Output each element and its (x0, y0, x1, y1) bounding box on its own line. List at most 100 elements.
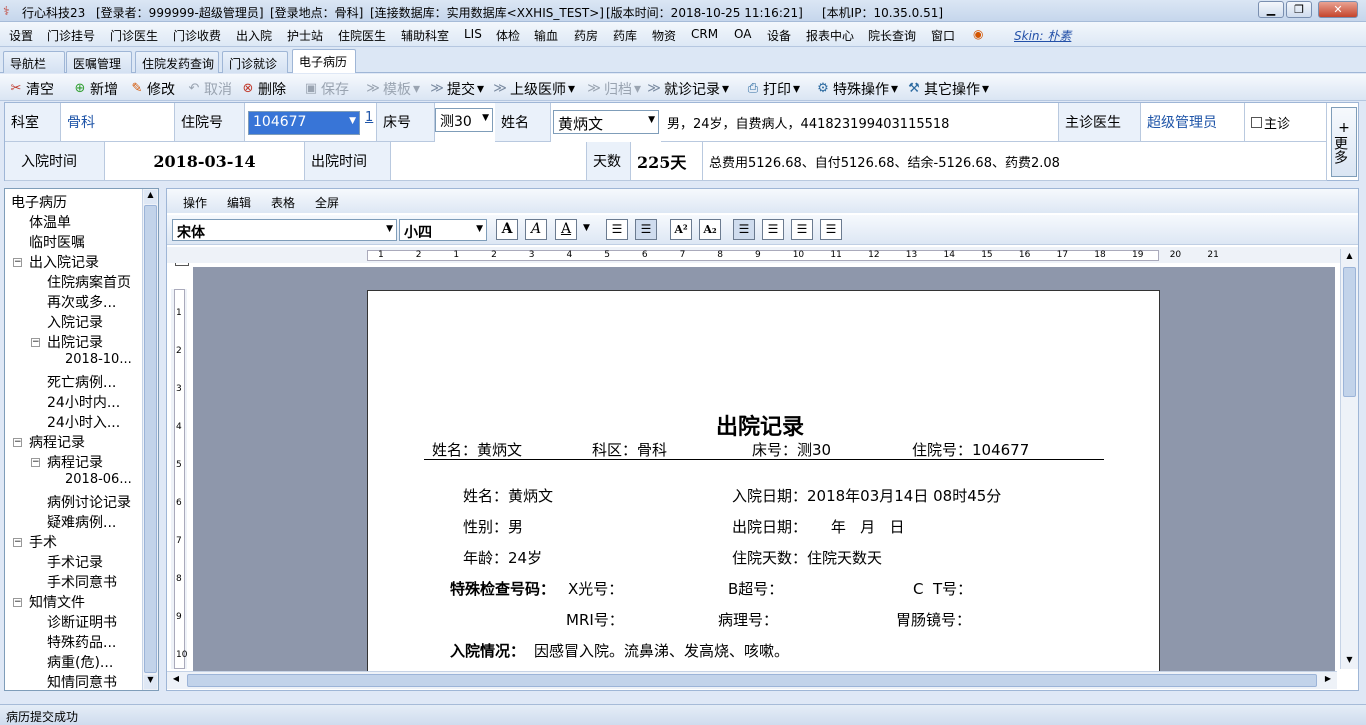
bed-combo[interactable]: 测30 ▼ (435, 108, 493, 132)
tree-node[interactable]: 体温单 (29, 212, 71, 232)
paragraph-spacing-button[interactable]: ☰ (635, 219, 657, 240)
document-scroll-thumb[interactable] (1343, 267, 1356, 397)
collapse-icon[interactable]: − (13, 438, 22, 447)
inpatient-no-combo[interactable]: 104677 ▼ (248, 111, 360, 135)
menu-item[interactable]: 护士站 (287, 27, 323, 44)
chevron-down-icon[interactable]: ▼ (583, 223, 590, 233)
cancel-button[interactable]: ↶ 取消 (186, 79, 232, 99)
scroll-up-icon[interactable]: ▲ (144, 190, 157, 204)
skin-icon[interactable]: ◉ (973, 27, 983, 41)
tree-node[interactable]: 诊断证明书 (47, 612, 117, 632)
subscript-button[interactable]: A₂ (699, 219, 721, 240)
primary-checkbox-cell[interactable]: 主诊 (1245, 103, 1327, 142)
delete-button[interactable]: ⊗ 删除 (240, 79, 286, 99)
editor-menu-item[interactable]: 表格 (271, 194, 295, 211)
tree-node[interactable]: 临时医嘱 (29, 232, 85, 252)
document-page[interactable]: 出院记录 姓名：黄炳文 科区：骨科 床号：测30 住院号：104677 姓名：黄… (367, 290, 1160, 680)
superscript-button[interactable]: A² (670, 219, 692, 240)
menu-item[interactable]: 窗口 (931, 27, 955, 44)
document-vscrollbar[interactable]: ▲ ▼ (1340, 249, 1358, 669)
tab-3[interactable]: 门诊就诊 (222, 51, 288, 73)
editor-menu-item[interactable]: 操作 (183, 194, 207, 211)
line-spacing-button[interactable]: ☰ (606, 219, 628, 240)
underline-button[interactable]: A (555, 219, 577, 240)
tree-node[interactable]: 死亡病例... (47, 372, 116, 392)
save-button[interactable]: ▣ 保存 (303, 79, 349, 99)
tree-node[interactable]: 24小时内... (47, 392, 120, 412)
tree-node[interactable]: 出院记录 (47, 332, 103, 352)
tree-node[interactable]: 手术记录 (47, 552, 103, 572)
menu-item[interactable]: OA (734, 27, 751, 41)
tree-node[interactable]: 出入院记录 (29, 252, 99, 272)
collapse-icon[interactable]: − (13, 258, 22, 267)
scroll-down-icon[interactable]: ▼ (144, 675, 157, 689)
tree-node[interactable]: 2018-06... (65, 472, 132, 487)
template-button[interactable]: ≫ 模板 ▾ (365, 79, 420, 99)
skin-link[interactable]: Skin: 朴素 (1014, 27, 1071, 44)
menu-item[interactable]: 门诊医生 (110, 27, 158, 44)
tree-node[interactable]: 病例讨论记录 (47, 492, 131, 512)
scroll-down-icon[interactable]: ▼ (1343, 655, 1356, 667)
scroll-up-icon[interactable]: ▲ (1343, 251, 1356, 263)
align-center-button[interactable]: ☰ (762, 219, 784, 240)
tab-2[interactable]: 住院发药查询 (135, 51, 219, 73)
tab-0[interactable]: 导航栏 (3, 51, 65, 73)
menu-item[interactable]: 设备 (767, 27, 791, 44)
submit-button[interactable]: ≫ 提交 ▾ (429, 79, 484, 99)
menu-item[interactable]: 住院医生 (338, 27, 386, 44)
tree-node[interactable]: 入院记录 (47, 312, 103, 332)
collapse-icon[interactable]: − (13, 538, 22, 547)
more-button[interactable]: + 更多 (1331, 107, 1357, 177)
visit-count-link[interactable]: 1 (365, 110, 373, 125)
menu-item[interactable]: 院长查询 (868, 27, 916, 44)
tree-node[interactable]: 病程记录 (47, 452, 103, 472)
print-button[interactable]: ⎙ 打印 ▾ (745, 79, 800, 99)
menu-item[interactable]: 输血 (534, 27, 558, 44)
visit-record-button[interactable]: ≫ 就诊记录 ▾ (646, 79, 729, 99)
special-operation-button[interactable]: ⚙ 特殊操作 ▾ (815, 79, 898, 99)
senior-doctor-button[interactable]: ≫ 上级医师 ▾ (492, 79, 575, 99)
editor-menu-item[interactable]: 全屏 (315, 194, 339, 211)
menu-item[interactable]: 辅助科室 (401, 27, 449, 44)
clear-button[interactable]: ✂ 清空 (8, 79, 54, 99)
archive-button[interactable]: ≫ 归档 ▾ (586, 79, 641, 99)
tree-node[interactable]: 疑难病例... (47, 512, 116, 532)
tab-4[interactable]: 电子病历 (292, 49, 356, 73)
font-size-select[interactable]: 小四 ▼ (399, 219, 487, 241)
tree-node[interactable]: 病重(危)... (47, 652, 113, 672)
add-button[interactable]: ⊕ 新增 (72, 79, 118, 99)
menu-item[interactable]: 门诊收费 (173, 27, 221, 44)
tree-node[interactable]: 特殊药品... (47, 632, 116, 652)
primary-checkbox[interactable] (1251, 116, 1262, 128)
collapse-icon[interactable]: − (13, 598, 22, 607)
justify-button[interactable]: ☰ (820, 219, 842, 240)
menu-item[interactable]: 体检 (496, 27, 520, 44)
scroll-left-icon[interactable]: ◀ (169, 674, 183, 687)
tree-scrollbar[interactable]: ▲ ▼ (142, 189, 158, 690)
tree-node[interactable]: 手术 (29, 532, 57, 552)
document-hscrollbar[interactable]: ◀ ▶ (167, 671, 1337, 689)
tree-node[interactable]: 知情文件 (29, 592, 85, 612)
tree-node[interactable]: 24小时入... (47, 412, 120, 432)
menu-item[interactable]: 药房 (574, 27, 598, 44)
collapse-icon[interactable]: − (31, 338, 40, 347)
tab-1[interactable]: 医嘱管理 (66, 51, 132, 73)
menu-item[interactable]: 药库 (613, 27, 637, 44)
collapse-icon[interactable]: − (31, 458, 40, 467)
tree-node[interactable]: 2018-10... (65, 352, 132, 367)
tree-node[interactable]: 再次或多... (47, 292, 116, 312)
edit-button[interactable]: ✎ 修改 (129, 79, 175, 99)
menu-item[interactable]: 报表中心 (806, 27, 854, 44)
menu-item[interactable]: LIS (464, 27, 482, 41)
align-right-button[interactable]: ☰ (791, 219, 813, 240)
horizontal-scroll-thumb[interactable] (187, 674, 1317, 687)
menu-item[interactable]: 出入院 (236, 27, 272, 44)
tree-node[interactable]: 病程记录 (29, 432, 85, 452)
tree-node[interactable]: 电子病历 (11, 192, 67, 212)
minimize-button[interactable]: ▁ (1258, 1, 1284, 18)
maximize-button[interactable]: ❐ (1286, 1, 1312, 18)
tree-node[interactable]: 知情同意书 (47, 672, 117, 690)
font-family-select[interactable]: 宋体 ▼ (172, 219, 397, 241)
menu-item[interactable]: 设置 (9, 27, 33, 44)
align-left-button[interactable]: ☰ (733, 219, 755, 240)
